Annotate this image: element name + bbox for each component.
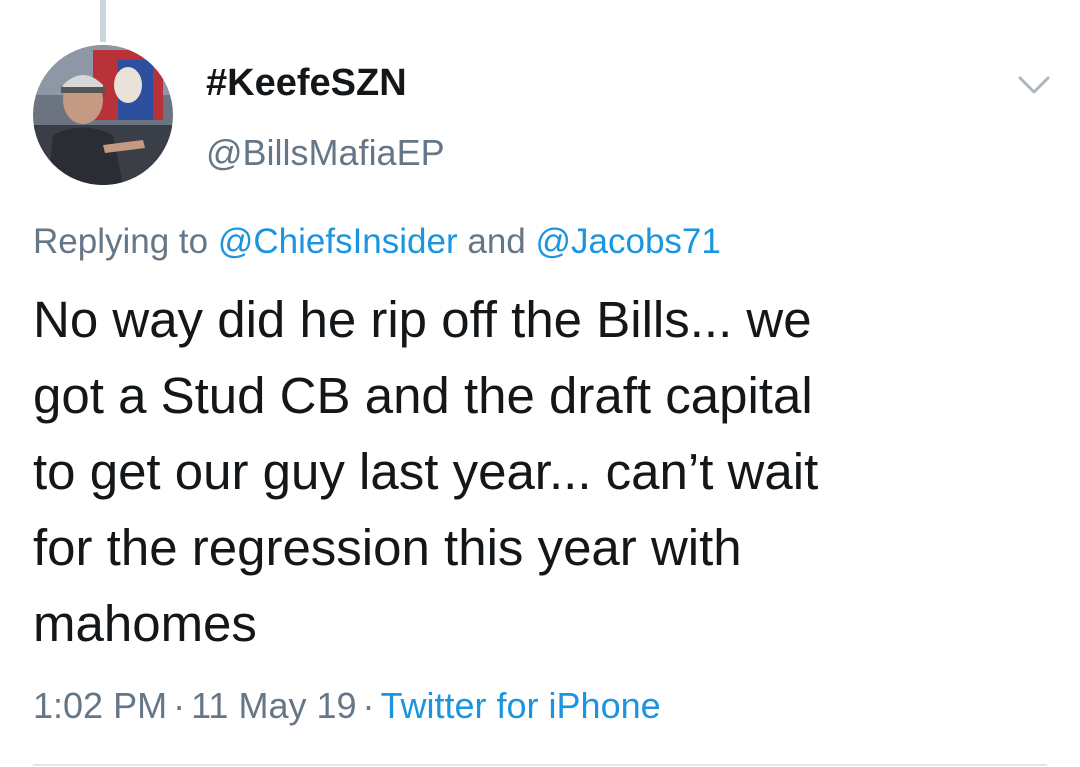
avatar-photo-icon: [33, 45, 173, 185]
replying-and-label: and: [457, 222, 536, 261]
tweet-date[interactable]: 11 May 19: [191, 685, 356, 726]
separator-dot: ·: [362, 685, 375, 726]
more-options-button[interactable]: [1012, 70, 1056, 100]
tweet-text: No way did he rip off the Bills... we go…: [33, 291, 819, 652]
thread-connector-line: [100, 0, 106, 42]
separator-dot: ·: [173, 685, 186, 726]
tweet-time[interactable]: 1:02 PM: [33, 685, 167, 726]
mention-link-jacobs71[interactable]: @Jacobs71: [535, 222, 720, 261]
chevron-down-icon: [1018, 76, 1050, 94]
user-handle[interactable]: @BillsMafiaEP: [206, 132, 445, 174]
replying-to-line: Replying to @ChiefsInsider and @Jacobs71: [33, 222, 721, 262]
divider: [33, 764, 1047, 766]
replying-to-label: Replying to: [33, 222, 218, 261]
tweet-metadata: 1:02 PM · 11 May 19 · Twitter for iPhone: [33, 685, 661, 727]
avatar[interactable]: [33, 45, 173, 185]
mention-link-chiefsinsider[interactable]: @ChiefsInsider: [218, 222, 458, 261]
display-name[interactable]: #KeefeSZN: [206, 62, 407, 105]
tweet-source-link[interactable]: Twitter for iPhone: [381, 685, 661, 726]
